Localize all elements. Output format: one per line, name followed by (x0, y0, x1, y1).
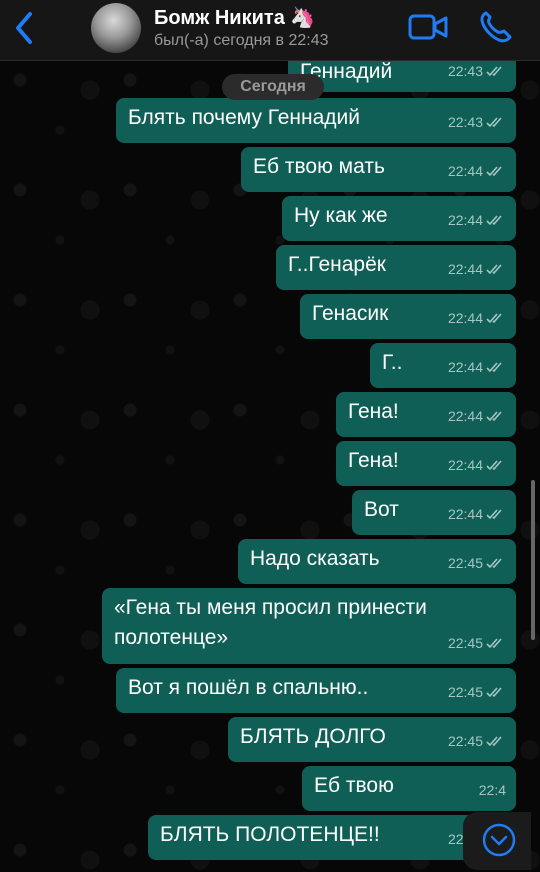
message-text: «Гена ты меня просил принести полотенце» (114, 596, 427, 649)
message-meta: 22:44 (448, 352, 506, 382)
message-bubble[interactable]: Вот 22:44 (352, 490, 516, 535)
double-check-icon (486, 264, 502, 275)
message-bubble[interactable]: Ну как же 22:44 (282, 196, 516, 241)
double-check-icon (486, 460, 502, 471)
message-time: 22:44 (447, 359, 483, 375)
message-text: Еб твою (314, 774, 394, 797)
message-text: Генасик (312, 302, 389, 325)
message-text: Ну как же (294, 204, 388, 227)
message-time: 22:45 (447, 684, 483, 700)
chevron-down-circle-icon (482, 823, 516, 857)
message-bubble[interactable]: БЛЯТЬ ДОЛГО 22:45 (228, 717, 516, 762)
message-meta: 22:43 (448, 60, 506, 86)
message-text: БЛЯТЬ ПОЛОТЕНЦЕ!! (160, 823, 380, 846)
message-text: Гена! (348, 400, 399, 423)
message-bubble[interactable]: Блять почему Геннадий 22:43 (116, 98, 516, 143)
message-meta: 22:44 (448, 450, 506, 480)
message-bubble[interactable]: Надо сказать 22:45 (238, 539, 516, 584)
double-check-icon (486, 313, 502, 324)
message-bubble[interactable]: «Гена ты меня просил принести полотенце»… (102, 588, 516, 664)
message-text: Гена! (348, 449, 399, 472)
message-meta: 22:43 (448, 107, 506, 137)
message-text: БЛЯТЬ ДОЛГО (240, 725, 386, 748)
message-text: Вот я пошёл в спальню.. (128, 676, 369, 699)
message-meta: 22:44 (448, 156, 506, 186)
message-meta: 22:4 (479, 775, 506, 805)
date-chip: Сегодня (222, 74, 324, 100)
message-bubble[interactable]: Г..Генарёк 22:44 (276, 245, 516, 290)
double-check-icon (486, 117, 502, 128)
phone-icon[interactable] (476, 10, 516, 44)
message-bubble[interactable]: Генасик 22:44 (300, 294, 516, 339)
message-meta: 22:45 (448, 548, 506, 578)
message-text: Вот (364, 498, 399, 521)
message-bubble[interactable]: Г.. 22:44 (370, 343, 516, 388)
double-check-icon (486, 411, 502, 422)
double-check-icon (486, 736, 502, 747)
message-time: 22:44 (447, 506, 483, 522)
message-bubble[interactable]: БЛЯТЬ ПОЛОТЕНЦЕ!!22:46 (148, 815, 516, 860)
message-text: Г..Генарёк (288, 253, 386, 276)
double-check-icon (486, 66, 502, 77)
message-time: 22:45 (447, 555, 483, 571)
double-check-icon (486, 558, 502, 569)
message-text: Г.. (382, 351, 403, 374)
double-check-icon (486, 638, 502, 649)
video-camera-icon[interactable] (408, 10, 448, 44)
message-text: Блять почему Геннадий (128, 106, 361, 129)
avatar[interactable] (91, 3, 141, 53)
message-meta: 22:44 (448, 205, 506, 235)
message-meta: 22:44 (448, 303, 506, 333)
chat-header: Бомж Никита 🦄 был(-а) сегодня в 22:43 (0, 0, 540, 61)
message-bubble[interactable]: Еб твою 22:4 (302, 766, 516, 811)
message-time: 22:44 (447, 408, 483, 424)
message-meta: 22:45 (448, 628, 506, 658)
message-meta: 22:44 (448, 499, 506, 529)
scroll-to-bottom-button[interactable] (463, 812, 531, 870)
message-meta: 22:44 (448, 401, 506, 431)
double-check-icon (486, 215, 502, 226)
message-meta: 22:45 (448, 726, 506, 756)
message-time: 22:44 (447, 457, 483, 473)
scrollbar[interactable] (531, 480, 535, 640)
message-time: 22:45 (447, 635, 483, 651)
double-check-icon (486, 509, 502, 520)
double-check-icon (486, 362, 502, 373)
message-time: 22:45 (447, 733, 483, 749)
message-time: 22:43 (447, 63, 483, 79)
message-time: 22:44 (447, 163, 483, 179)
message-meta: 22:45 (448, 677, 506, 707)
message-list[interactable]: Сегодня Геннадий 22:43 Блять почему Геннад… (0, 60, 540, 872)
message-bubble[interactable]: Гена! 22:44 (336, 441, 516, 486)
message-text: Еб твою мать (253, 155, 385, 178)
message-time: 22:44 (447, 212, 483, 228)
back-chevron-icon[interactable] (8, 8, 40, 48)
message-meta: 22:44 (448, 254, 506, 284)
message-time: 22:44 (447, 261, 483, 277)
double-check-icon (486, 687, 502, 698)
message-time: 22:44 (447, 310, 483, 326)
last-seen-status: был(-а) сегодня в 22:43 (154, 32, 329, 49)
message-time: 22:43 (447, 114, 483, 130)
message-time: 22:4 (478, 782, 506, 798)
message-bubble[interactable]: Вот я пошёл в спальню.. 22:45 (116, 668, 516, 713)
message-bubble[interactable]: Еб твою мать 22:44 (241, 147, 516, 192)
double-check-icon (486, 166, 502, 177)
message-text: Надо сказать (250, 547, 380, 570)
message-bubble[interactable]: Гена! 22:44 (336, 392, 516, 437)
contact-name[interactable]: Бомж Никита 🦄 (154, 5, 315, 30)
